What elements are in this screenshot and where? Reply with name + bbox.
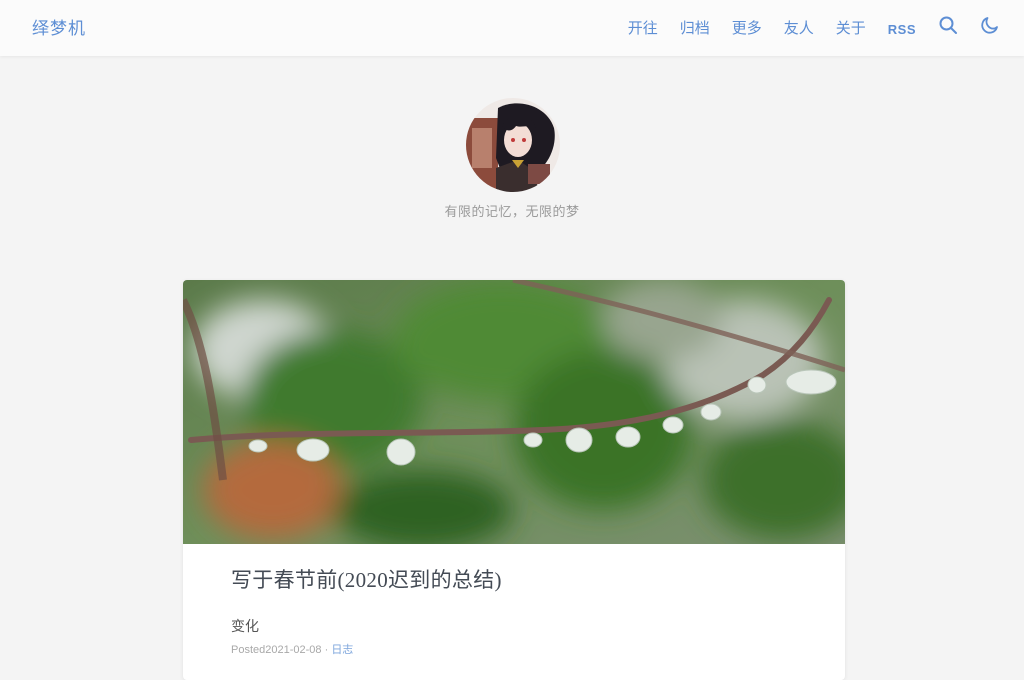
post-card[interactable]: 写于春节前(2020迟到的总结) 变化 Posted2021-02-08 · 日… xyxy=(183,280,845,680)
site-tagline: 有限的记忆，无限的梦 xyxy=(444,204,580,219)
top-navigation-bar: 绎梦机 开往 归档 更多 友人 关于 RSS xyxy=(0,0,1024,56)
post-excerpt: 变化 xyxy=(231,620,259,635)
main-nav: 开往 归档 更多 友人 关于 RSS xyxy=(606,0,1000,56)
site-hero: 有限的记忆，无限的梦 xyxy=(0,56,1024,280)
nav-item-more[interactable]: 更多 xyxy=(732,20,762,37)
moon-icon[interactable] xyxy=(980,15,1000,35)
nav-item-rss[interactable]: RSS xyxy=(888,21,916,36)
nav-item-friends[interactable]: 友人 xyxy=(784,20,814,37)
nav-item-about[interactable]: 关于 xyxy=(836,20,866,37)
post-meta-separator: · xyxy=(321,644,332,656)
search-icon[interactable] xyxy=(938,15,958,35)
avatar xyxy=(466,98,560,192)
post-category-link[interactable]: 日志 xyxy=(331,644,353,656)
nav-item-archive[interactable]: 归档 xyxy=(680,20,710,37)
post-cover-image[interactable] xyxy=(183,280,845,544)
post-date: 2021-02-08 xyxy=(265,644,322,656)
site-brand-link[interactable]: 绎梦机 xyxy=(32,14,86,39)
post-title[interactable]: 写于春节前(2020迟到的总结) xyxy=(231,564,502,594)
nav-item-travel[interactable]: 开往 xyxy=(628,20,658,37)
post-meta-prefix: Posted xyxy=(231,644,266,656)
